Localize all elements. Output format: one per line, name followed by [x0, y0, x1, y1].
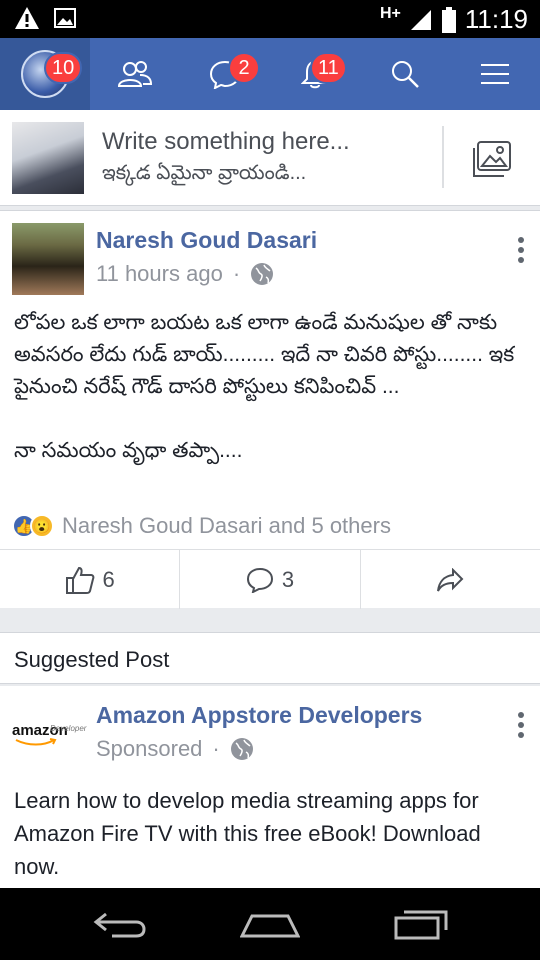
post-body-line: లోపల ఒక లాగా బయట ఒక లాగా ఉండే మనుషుల తో …	[14, 311, 515, 398]
reactions-text: Naresh Goud Dasari and 5 others	[62, 513, 391, 538]
photo-icon[interactable]	[472, 140, 512, 178]
ad-options-icon[interactable]	[518, 712, 526, 742]
comment-button[interactable]: 3	[180, 550, 361, 609]
post-options-icon[interactable]	[518, 237, 526, 267]
system-nav-bar	[0, 888, 540, 960]
home-icon[interactable]	[240, 912, 300, 938]
clock: 11:19	[464, 4, 528, 34]
amazon-smile-icon	[15, 738, 57, 746]
nav-friends[interactable]	[90, 38, 180, 110]
nav-profile[interactable]: 10	[0, 38, 90, 110]
logo-sub: Developer	[50, 724, 87, 733]
share-icon	[437, 567, 464, 591]
reactions-summary[interactable]: 👍 😮 Naresh Goud Dasari and 5 others	[12, 513, 391, 539]
composer: Write something here... ఇక్కడ ఏమైనా వ్రా…	[0, 110, 540, 206]
sponsored-post: amazon Developer Amazon Appstore Develop…	[0, 686, 540, 888]
suggested-post-label: Suggested Post	[14, 647, 170, 672]
like-count: 6	[102, 566, 115, 592]
amazon-developer-logo[interactable]: amazon Developer	[12, 708, 87, 748]
composer-input[interactable]: Write something here... ఇక్కడ ఏమైనా వ్రా…	[102, 128, 350, 189]
status-bar: H+ 11:19	[0, 0, 540, 38]
nav-search[interactable]	[360, 38, 450, 110]
composer-placeholder: Write something here...	[102, 128, 350, 155]
ad-body: Learn how to develop media streaming app…	[14, 788, 481, 879]
menu-icon	[481, 64, 509, 84]
post-body-line: నా సమయం వృధా తప్పా....	[14, 439, 243, 462]
search-icon	[392, 61, 419, 88]
profile-badge: 10	[44, 52, 83, 84]
user-avatar	[12, 122, 84, 194]
post-time[interactable]: 11 hours ago	[96, 261, 223, 287]
recents-icon[interactable]	[394, 908, 448, 940]
meta-separator: ·	[212, 736, 220, 761]
comment-count: 3	[281, 566, 295, 592]
feed-post: Naresh Goud Dasari 11 hours ago · లోపల ఒ…	[0, 210, 540, 609]
globe-icon	[230, 738, 253, 760]
friends-icon	[118, 61, 152, 87]
battery-icon	[441, 6, 456, 33]
network-type: H+	[379, 4, 401, 22]
nav-notifications[interactable]: 11	[270, 38, 360, 110]
post-actions: 6 3	[0, 549, 540, 609]
back-icon[interactable]	[92, 910, 148, 940]
signal-icon	[410, 9, 431, 30]
post-author[interactable]: Naresh Goud Dasari	[96, 227, 317, 254]
suggested-post-header: Suggested Post	[0, 632, 540, 684]
thumbs-up-icon	[65, 566, 94, 594]
ad-author[interactable]: Amazon Appstore Developers	[96, 702, 422, 729]
comment-icon	[246, 567, 273, 593]
post-body: లోపల ఒక లాగా బయట ఒక లాగా ఉండే మనుషుల తో …	[14, 307, 526, 467]
nav-messages[interactable]: 2	[180, 38, 270, 110]
messages-badge: 2	[228, 52, 260, 84]
wow-reaction-icon: 😮	[30, 514, 54, 538]
post-meta: 11 hours ago ·	[96, 261, 274, 287]
notifications-badge: 11	[310, 52, 347, 84]
like-button[interactable]: 6	[0, 550, 181, 609]
sponsored-label[interactable]: Sponsored	[96, 736, 202, 762]
composer-divider	[442, 126, 444, 188]
share-button[interactable]	[361, 550, 540, 609]
image-icon	[54, 8, 76, 28]
ad-meta: Sponsored ·	[96, 736, 254, 762]
author-avatar[interactable]	[12, 223, 84, 295]
nav-menu[interactable]	[450, 38, 540, 110]
globe-icon	[251, 263, 274, 285]
warning-icon	[15, 7, 39, 29]
composer-placeholder-telugu: ఇక్కడ ఏమైనా వ్రాయండి...	[102, 162, 307, 184]
top-nav: 10 2 11	[0, 38, 540, 110]
meta-separator: ·	[232, 261, 241, 286]
